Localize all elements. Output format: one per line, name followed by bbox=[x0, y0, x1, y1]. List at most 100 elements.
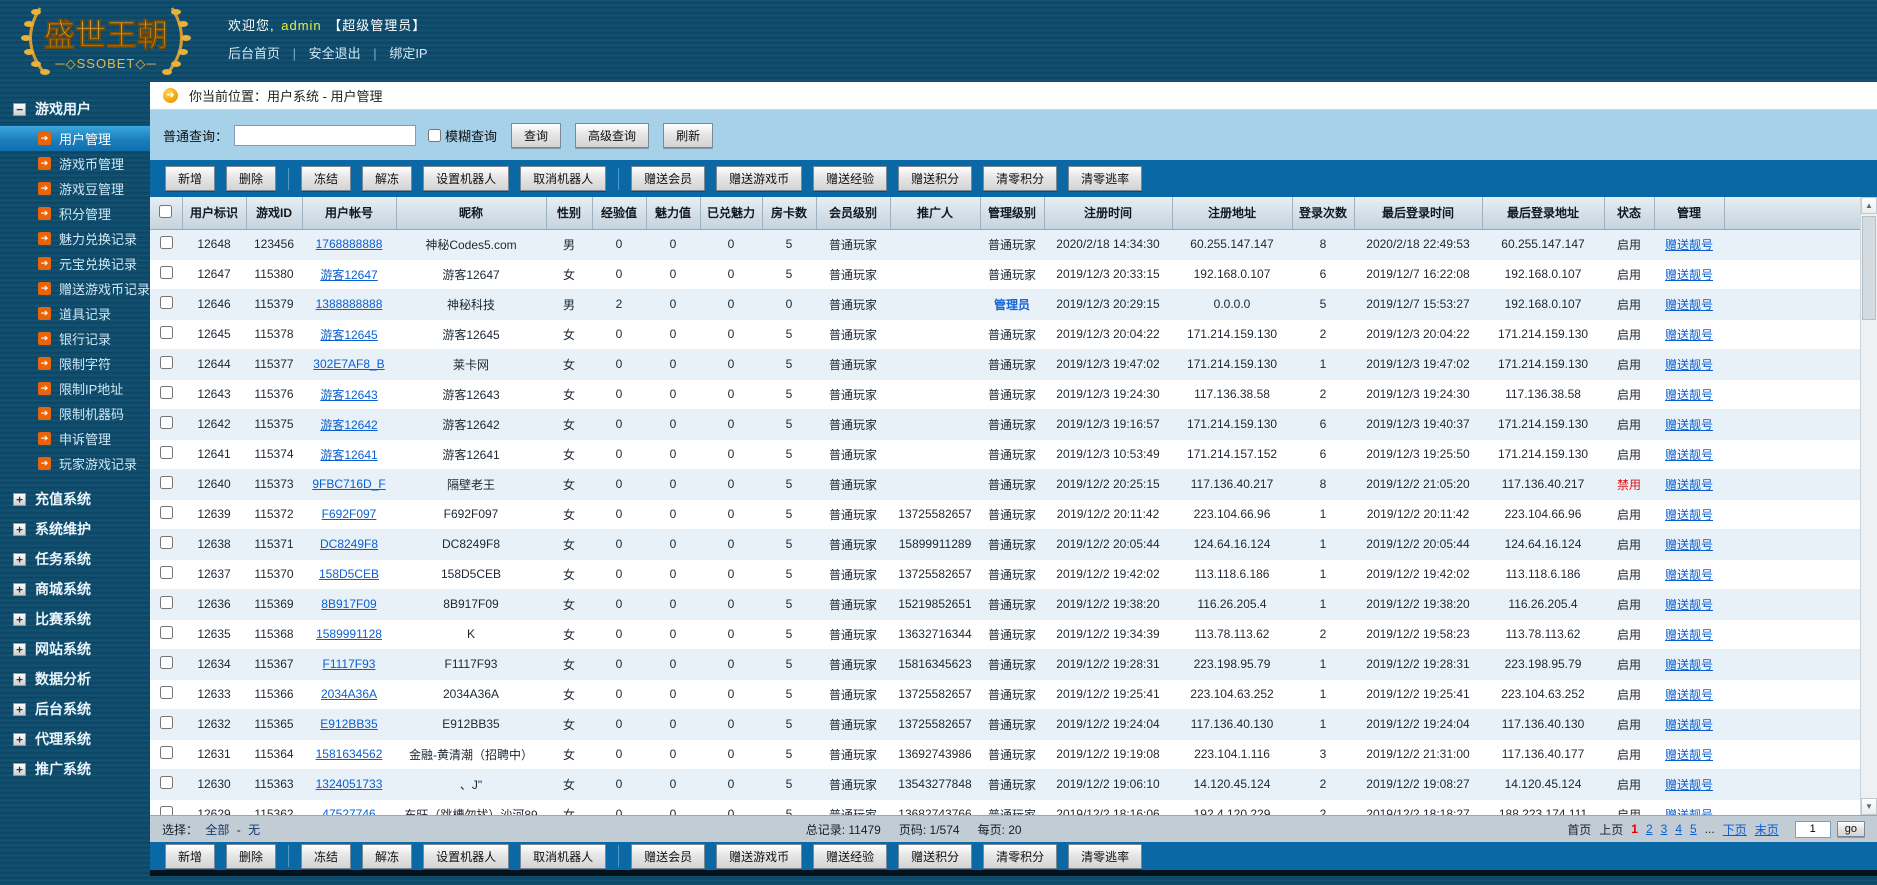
toolbar-button[interactable]: 冻结 bbox=[301, 843, 352, 869]
account-link[interactable]: F692F097 bbox=[322, 507, 377, 521]
expand-icon[interactable]: + bbox=[13, 612, 26, 626]
vertical-scrollbar[interactable]: ▲ ▼ bbox=[1860, 197, 1877, 815]
prev-page-link[interactable]: 上页 bbox=[1599, 821, 1623, 838]
page-number-link[interactable]: 5 bbox=[1690, 822, 1697, 836]
page-number-link[interactable]: 3 bbox=[1661, 822, 1668, 836]
sidebar-item[interactable]: ➔ 限制IP地址 bbox=[0, 376, 150, 401]
expand-icon[interactable]: + bbox=[13, 702, 26, 716]
toolbar-button[interactable]: 清零逃率 bbox=[1068, 843, 1143, 869]
toolbar-button[interactable]: 删除 bbox=[226, 166, 277, 191]
sidebar-group-game-users[interactable]: − 游戏用户 bbox=[0, 94, 150, 124]
toolbar-button[interactable]: 赠送会员 bbox=[631, 843, 706, 869]
gift-nice-number-link[interactable]: 赠送靓号 bbox=[1665, 718, 1713, 732]
toolbar-button[interactable]: 设置机器人 bbox=[423, 166, 510, 191]
select-all-checkbox[interactable] bbox=[159, 204, 173, 218]
account-link[interactable]: 9FBC716D_F bbox=[312, 477, 385, 491]
sidebar-group[interactable]: + 后台系统 bbox=[0, 694, 150, 724]
gift-nice-number-link[interactable]: 赠送靓号 bbox=[1665, 628, 1713, 642]
sidebar-group[interactable]: + 推广系统 bbox=[0, 754, 150, 784]
account-link[interactable]: 游客12641 bbox=[320, 448, 377, 462]
row-checkbox[interactable] bbox=[159, 476, 173, 489]
gift-nice-number-link[interactable]: 赠送靓号 bbox=[1665, 658, 1713, 672]
sidebar-item[interactable]: ➔ 用户管理 bbox=[0, 126, 150, 151]
expand-icon[interactable]: + bbox=[13, 552, 26, 566]
account-link[interactable]: DC8249F8 bbox=[320, 537, 378, 551]
row-checkbox[interactable] bbox=[159, 626, 173, 639]
gift-nice-number-link[interactable]: 赠送靓号 bbox=[1665, 448, 1713, 462]
toolbar-button[interactable]: 取消机器人 bbox=[520, 843, 607, 869]
toolbar-button[interactable]: 解冻 bbox=[362, 843, 413, 869]
row-checkbox[interactable] bbox=[159, 806, 173, 815]
row-checkbox[interactable] bbox=[159, 296, 173, 309]
select-all-link[interactable]: 全部 bbox=[205, 823, 229, 837]
row-checkbox[interactable] bbox=[159, 656, 173, 669]
account-link[interactable]: 游客12642 bbox=[320, 418, 377, 432]
gift-nice-number-link[interactable]: 赠送靓号 bbox=[1665, 298, 1713, 312]
expand-icon[interactable]: + bbox=[13, 522, 26, 536]
advanced-query-button[interactable]: 高级查询 bbox=[575, 122, 650, 148]
toolbar-button[interactable]: 清零积分 bbox=[983, 843, 1058, 869]
search-input[interactable] bbox=[234, 124, 417, 146]
account-link[interactable]: 游客12645 bbox=[320, 328, 377, 342]
gift-nice-number-link[interactable]: 赠送靓号 bbox=[1665, 688, 1713, 702]
sidebar-group[interactable]: + 网站系统 bbox=[0, 634, 150, 664]
sidebar-group[interactable]: + 任务系统 bbox=[0, 544, 150, 574]
account-link[interactable]: 47527746 bbox=[322, 807, 375, 815]
go-button[interactable]: go bbox=[1836, 821, 1865, 837]
gift-nice-number-link[interactable]: 赠送靓号 bbox=[1665, 328, 1713, 342]
row-checkbox[interactable] bbox=[159, 716, 173, 729]
page-number-link[interactable]: 4 bbox=[1675, 822, 1682, 836]
row-checkbox[interactable] bbox=[159, 596, 173, 609]
toolbar-button[interactable]: 赠送会员 bbox=[631, 166, 706, 191]
expand-icon[interactable]: + bbox=[13, 492, 26, 506]
sidebar-group[interactable]: + 商城系统 bbox=[0, 574, 150, 604]
toolbar-button[interactable]: 取消机器人 bbox=[520, 166, 607, 191]
sidebar-item[interactable]: ➔ 魅力兑换记录 bbox=[0, 226, 150, 251]
nav-backend-home[interactable]: 后台首页 bbox=[228, 46, 280, 61]
sidebar-group[interactable]: + 比赛系统 bbox=[0, 604, 150, 634]
sidebar-group[interactable]: + 充值系统 bbox=[0, 484, 150, 514]
gift-nice-number-link[interactable]: 赠送靓号 bbox=[1665, 538, 1713, 552]
row-checkbox[interactable] bbox=[159, 566, 173, 579]
gift-nice-number-link[interactable]: 赠送靓号 bbox=[1665, 778, 1713, 792]
gift-nice-number-link[interactable]: 赠送靓号 bbox=[1665, 358, 1713, 372]
next-page-link[interactable]: 下页 bbox=[1723, 821, 1747, 838]
gift-nice-number-link[interactable]: 赠送靓号 bbox=[1665, 268, 1713, 282]
gift-nice-number-link[interactable]: 赠送靓号 bbox=[1665, 808, 1713, 816]
sidebar-item[interactable]: ➔ 积分管理 bbox=[0, 201, 150, 226]
gift-nice-number-link[interactable]: 赠送靓号 bbox=[1665, 238, 1713, 252]
row-checkbox[interactable] bbox=[159, 326, 173, 339]
scrollbar-thumb[interactable] bbox=[1862, 216, 1876, 320]
sidebar-item[interactable]: ➔ 银行记录 bbox=[0, 326, 150, 351]
account-link[interactable]: 1324051733 bbox=[316, 777, 383, 791]
row-checkbox[interactable] bbox=[159, 416, 173, 429]
toolbar-button[interactable]: 赠送游戏币 bbox=[716, 166, 803, 191]
toolbar-button[interactable]: 清零积分 bbox=[983, 166, 1058, 191]
row-checkbox[interactable] bbox=[159, 776, 173, 789]
nav-safe-logout[interactable]: 安全退出 bbox=[309, 46, 361, 61]
account-link[interactable]: 2034A36A bbox=[321, 687, 377, 701]
scroll-down-icon[interactable]: ▼ bbox=[1861, 798, 1877, 815]
scroll-up-icon[interactable]: ▲ bbox=[1861, 197, 1877, 214]
expand-icon[interactable]: + bbox=[13, 732, 26, 746]
sidebar-item[interactable]: ➔ 元宝兑换记录 bbox=[0, 251, 150, 276]
toolbar-button[interactable]: 新增 bbox=[165, 843, 216, 869]
sidebar-item[interactable]: ➔ 赠送游戏币记录 bbox=[0, 276, 150, 301]
gift-nice-number-link[interactable]: 赠送靓号 bbox=[1665, 388, 1713, 402]
gift-nice-number-link[interactable]: 赠送靓号 bbox=[1665, 508, 1713, 522]
first-page-link[interactable]: 首页 bbox=[1567, 821, 1591, 838]
account-link[interactable]: 1768888888 bbox=[316, 237, 383, 251]
row-checkbox[interactable] bbox=[159, 506, 173, 519]
row-checkbox[interactable] bbox=[159, 686, 173, 699]
account-link[interactable]: 8B917F09 bbox=[321, 597, 376, 611]
expand-icon[interactable]: + bbox=[13, 582, 26, 596]
sidebar-item[interactable]: ➔ 玩家游戏记录 bbox=[0, 451, 150, 476]
sidebar-item[interactable]: ➔ 游戏币管理 bbox=[0, 151, 150, 176]
row-checkbox[interactable] bbox=[159, 746, 173, 759]
fuzzy-search-checkbox[interactable] bbox=[428, 128, 442, 142]
toolbar-button[interactable]: 清零逃率 bbox=[1068, 166, 1143, 191]
toolbar-button[interactable]: 赠送积分 bbox=[898, 843, 973, 869]
account-link[interactable]: 302E7AF8_B bbox=[313, 357, 384, 371]
account-link[interactable]: 1589991128 bbox=[316, 627, 382, 641]
row-checkbox[interactable] bbox=[159, 236, 173, 249]
